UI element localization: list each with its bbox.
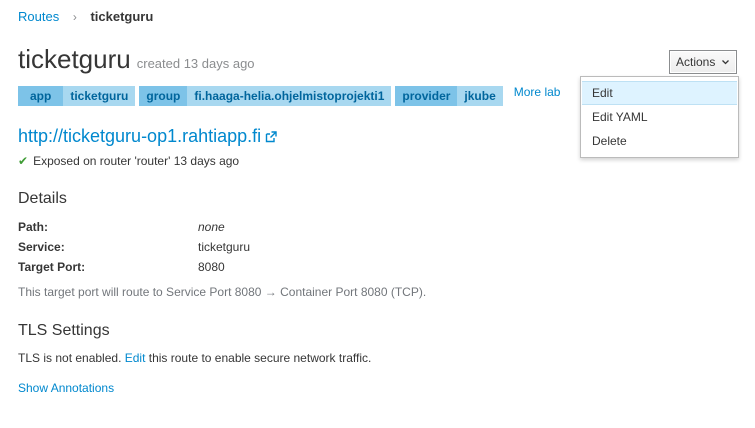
target-port-help: This target port will route to Service P…: [18, 285, 427, 299]
menu-item-edit[interactable]: Edit: [582, 81, 737, 105]
tls-heading: TLS Settings: [18, 322, 110, 339]
show-annotations-link[interactable]: Show Annotations: [18, 381, 114, 395]
external-link-icon[interactable]: [265, 127, 277, 148]
target-port-label: Target Port:: [18, 260, 86, 274]
label-provider[interactable]: provider jkube: [395, 86, 503, 106]
path-value: none: [198, 220, 225, 234]
menu-item-edit-yaml[interactable]: Edit YAML: [582, 105, 737, 129]
label-key[interactable]: provider: [395, 86, 458, 106]
label-group[interactable]: group fi.haaga-helia.ohjelmistoprojekti1: [139, 86, 392, 106]
service-link[interactable]: ticketguru: [198, 240, 250, 254]
created-timestamp: created 13 days ago: [136, 56, 255, 71]
tls-status-text: TLS is not enabled. Edit this route to e…: [18, 351, 371, 365]
menu-item-delete[interactable]: Delete: [582, 129, 737, 153]
service-label: Service:: [18, 240, 65, 254]
check-icon: ✔: [18, 154, 29, 168]
tls-text-after: this route to enable secure network traf…: [145, 351, 372, 365]
breadcrumb-current: ticketguru: [90, 9, 154, 24]
label-key[interactable]: app: [18, 86, 64, 106]
label-value[interactable]: ticketguru: [63, 86, 136, 106]
breadcrumb: Routes › ticketguru: [18, 9, 153, 25]
title-row: ticketguru created 13 days ago: [18, 44, 255, 78]
tls-edit-link[interactable]: Edit: [125, 351, 146, 365]
target-port-value: 8080: [198, 260, 225, 274]
route-host-link[interactable]: http://ticketguru-op1.rahtiapp.fi: [18, 126, 277, 148]
labels-row: app ticketguru group fi.haaga-helia.ohje…: [18, 85, 561, 106]
route-host-text[interactable]: http://ticketguru-op1.rahtiapp.fi: [18, 126, 261, 146]
actions-button[interactable]: Actions: [669, 50, 737, 74]
actions-button-label: Actions: [676, 55, 716, 69]
exposed-text: Exposed on router 'router' 13 days ago: [33, 154, 240, 168]
path-label: Path:: [18, 220, 48, 234]
details-heading: Details: [18, 190, 67, 207]
tls-text-before: TLS is not enabled.: [18, 351, 125, 365]
label-app[interactable]: app ticketguru: [18, 86, 136, 106]
breadcrumb-routes-link[interactable]: Routes: [18, 9, 59, 24]
breadcrumb-separator: ›: [72, 10, 77, 24]
label-key[interactable]: group: [139, 86, 188, 106]
exposed-status: ✔ Exposed on router 'router' 13 days ago: [18, 153, 239, 169]
more-labels-link[interactable]: More lab: [514, 85, 561, 99]
actions-dropdown-menu: Edit Edit YAML Delete: [580, 76, 739, 158]
page-title: ticketguru: [18, 44, 131, 74]
label-value[interactable]: jkube: [457, 86, 503, 106]
label-value[interactable]: fi.haaga-helia.ohjelmistoprojekti1: [187, 86, 392, 106]
